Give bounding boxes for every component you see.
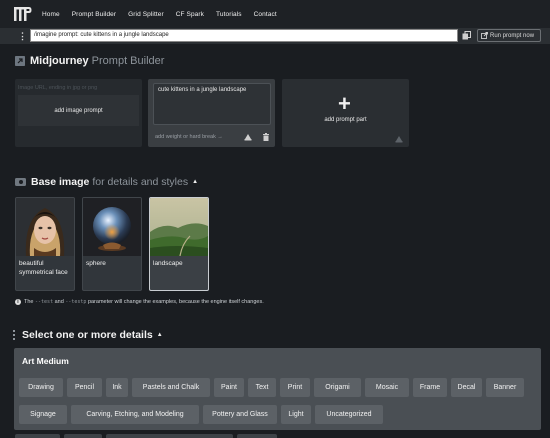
base-image-landscape[interactable]: landscape bbox=[149, 197, 209, 291]
base-image-sphere[interactable]: sphere bbox=[82, 197, 142, 291]
top-navbar: Home Prompt Builder Grid Splitter CF Spa… bbox=[0, 0, 550, 28]
engine-note: i The --test and --testp parameter will … bbox=[15, 299, 264, 305]
title-sub: Prompt Builder bbox=[91, 55, 165, 67]
eraser-icon[interactable] bbox=[244, 133, 252, 141]
chip-paint[interactable]: Paint bbox=[214, 378, 244, 397]
landscape-thumbnail bbox=[150, 198, 208, 256]
nav-cf-spark[interactable]: CF Spark bbox=[176, 11, 204, 18]
caret-up-icon: ▲ bbox=[192, 179, 199, 185]
nav-home[interactable]: Home bbox=[42, 11, 60, 18]
chip-pastels-and-chalk[interactable]: Pastels and Chalk bbox=[132, 378, 210, 397]
details-heading[interactable]: Select one or more details ▲ bbox=[13, 329, 163, 341]
chip-carving-etching-modeling[interactable]: Carving, Etching, and Modeling bbox=[71, 405, 199, 424]
text-prompt-card: cute kittens in a jungle landscape add w… bbox=[148, 79, 275, 147]
trash-icon[interactable] bbox=[262, 133, 270, 141]
base-image-heading[interactable]: Base image for details and styles ▲ bbox=[15, 176, 198, 188]
arrow-box-icon bbox=[15, 56, 25, 66]
nav-grid-splitter[interactable]: Grid Splitter bbox=[128, 11, 164, 18]
prompt-text-area[interactable]: cute kittens in a jungle landscape bbox=[153, 83, 271, 125]
chip-decal[interactable]: Decal bbox=[451, 378, 482, 397]
image-prompt-card: Image URL, ending in jpg or png add imag… bbox=[15, 79, 142, 147]
external-link-icon bbox=[481, 32, 488, 39]
nav-tutorials[interactable]: Tutorials bbox=[216, 11, 242, 18]
run-prompt-button[interactable]: Run prompt now bbox=[477, 29, 541, 42]
add-prompt-part-label: add prompt part bbox=[324, 117, 367, 123]
base-image-subtitle: for details and styles bbox=[92, 176, 189, 188]
note-code-testp: --testp bbox=[65, 299, 87, 305]
chip-text[interactable]: Text bbox=[248, 378, 276, 397]
note-suffix: parameter will change the examples, beca… bbox=[87, 299, 264, 305]
chip-light[interactable]: Light bbox=[281, 405, 311, 424]
note-and: and bbox=[54, 299, 64, 305]
copy-icon[interactable] bbox=[462, 31, 471, 40]
chip-signage[interactable]: Signage bbox=[19, 405, 67, 424]
chip-print[interactable]: Print bbox=[280, 378, 310, 397]
page-title: Midjourney Prompt Builder bbox=[15, 55, 164, 67]
base-image-face[interactable]: beautiful symmetrical face bbox=[15, 197, 75, 291]
camera-icon bbox=[15, 178, 26, 186]
chip-pencil[interactable]: Pencil bbox=[67, 378, 102, 397]
sphere-thumbnail bbox=[83, 198, 141, 256]
weight-input[interactable]: add weight or hard break → bbox=[155, 134, 223, 140]
next-panel-stub bbox=[15, 434, 60, 438]
plus-icon: + bbox=[338, 91, 351, 116]
face-caption: beautiful symmetrical face bbox=[19, 260, 68, 276]
image-url-input[interactable]: Image URL, ending in jpg or png bbox=[18, 85, 97, 91]
kebab-menu-icon[interactable]: ⋮ bbox=[18, 31, 27, 41]
sphere-caption: sphere bbox=[86, 260, 106, 267]
base-image-title: Base image bbox=[31, 176, 90, 188]
nav-prompt-builder[interactable]: Prompt Builder bbox=[72, 11, 116, 18]
eraser-icon[interactable] bbox=[395, 135, 403, 143]
title-main: Midjourney bbox=[30, 55, 89, 67]
caret-up-icon: ▲ bbox=[156, 332, 163, 338]
art-medium-panel: Art Medium Drawing Pencil Ink Pastels an… bbox=[14, 348, 541, 430]
chip-ink[interactable]: Ink bbox=[106, 378, 128, 397]
chip-drawing[interactable]: Drawing bbox=[19, 378, 63, 397]
next-panel-stub bbox=[237, 434, 277, 438]
prompt-bar: ⋮ /imagine prompt: cute kittens in a jun… bbox=[0, 28, 550, 44]
add-prompt-part-card[interactable]: + add prompt part bbox=[282, 79, 409, 147]
add-image-prompt-button[interactable]: add image prompt bbox=[18, 95, 139, 126]
next-panel-stub bbox=[106, 434, 233, 438]
note-code-test: --test bbox=[35, 299, 54, 305]
next-panel-stub bbox=[64, 434, 102, 438]
info-icon: i bbox=[15, 299, 21, 305]
nav-contact[interactable]: Contact bbox=[254, 11, 277, 18]
face-thumbnail bbox=[16, 198, 74, 256]
chip-banner[interactable]: Banner bbox=[486, 378, 524, 397]
chip-uncategorized[interactable]: Uncategorized bbox=[315, 405, 383, 424]
chip-pottery-and-glass[interactable]: Pottery and Glass bbox=[203, 405, 277, 424]
art-medium-title: Art Medium bbox=[22, 356, 69, 366]
chip-origami[interactable]: Origami bbox=[314, 378, 361, 397]
drag-handle-icon[interactable] bbox=[13, 330, 16, 340]
run-prompt-label: Run prompt now bbox=[490, 32, 535, 39]
logo-icon[interactable] bbox=[14, 6, 32, 22]
prompt-output-field[interactable]: /imagine prompt: cute kittens in a jungl… bbox=[30, 29, 458, 42]
chip-mosaic[interactable]: Mosaic bbox=[365, 378, 409, 397]
chip-frame[interactable]: Frame bbox=[413, 378, 447, 397]
note-prefix: The bbox=[24, 299, 34, 305]
landscape-caption: landscape bbox=[153, 260, 183, 267]
details-title: Select one or more details bbox=[22, 329, 153, 341]
